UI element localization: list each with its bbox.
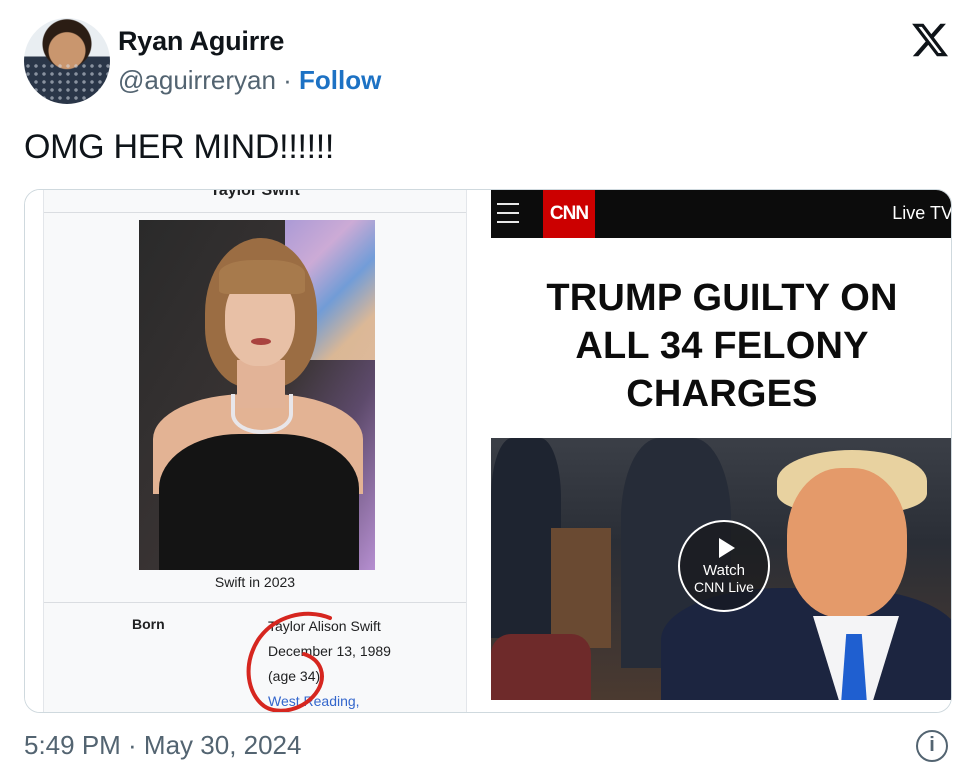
live-tv-link[interactable]: Live TV xyxy=(892,203,951,224)
headline-line: TRUMP GUILTY ON xyxy=(546,277,898,319)
tweet-timestamp[interactable]: 5:49 PM · May 30, 2024 xyxy=(24,730,301,761)
author-handle-row: @aguirreryan · Follow xyxy=(118,65,381,96)
courtroom-photo: Watch CNN Live xyxy=(491,438,951,700)
author-avatar[interactable] xyxy=(24,18,110,104)
cnn-headline: TRUMP GUILTY ON ALL 34 FELONY CHARGES xyxy=(491,274,951,418)
wiki-title: Taylor Swift xyxy=(210,189,300,199)
info-icon[interactable]: i xyxy=(916,730,948,762)
watch-sublabel: CNN Live xyxy=(694,579,754,595)
play-icon xyxy=(719,538,735,558)
wiki-divider xyxy=(44,212,466,213)
headline-line: ALL 34 FELONY xyxy=(575,325,869,367)
watch-cnn-live-button[interactable]: Watch CNN Live xyxy=(678,520,770,612)
x-logo-icon[interactable] xyxy=(910,20,950,60)
wiki-infobox: Taylor Swift Swift in 2023 Born Taylor A… xyxy=(43,189,467,712)
cnn-logo[interactable]: CNN xyxy=(543,190,595,238)
cnn-top-bar: CNN Live TV xyxy=(491,190,951,238)
tweet-media[interactable]: Taylor Swift Swift in 2023 Born Taylor A… xyxy=(24,189,952,713)
wiki-divider xyxy=(44,602,466,603)
hamburger-menu-icon[interactable] xyxy=(497,203,519,223)
author-handle[interactable]: @aguirreryan xyxy=(118,65,276,95)
wiki-screenshot[interactable]: Taylor Swift Swift in 2023 Born Taylor A… xyxy=(25,189,482,712)
headline-line: CHARGES xyxy=(626,373,818,415)
portrait-photo xyxy=(139,220,375,570)
cnn-screenshot[interactable]: CNN Live TV TRUMP GUILTY ON ALL 34 FELON… xyxy=(491,190,951,712)
born-label: Born xyxy=(132,616,165,632)
follow-button[interactable]: Follow xyxy=(299,65,381,95)
watch-label: Watch xyxy=(703,562,745,579)
red-circle-annotation xyxy=(246,611,332,712)
photo-caption: Swift in 2023 xyxy=(214,574,296,590)
tweet-text: OMG HER MIND!!!!!! xyxy=(24,128,335,166)
handle-separator: · xyxy=(283,65,292,95)
author-name[interactable]: Ryan Aguirre xyxy=(118,26,284,57)
